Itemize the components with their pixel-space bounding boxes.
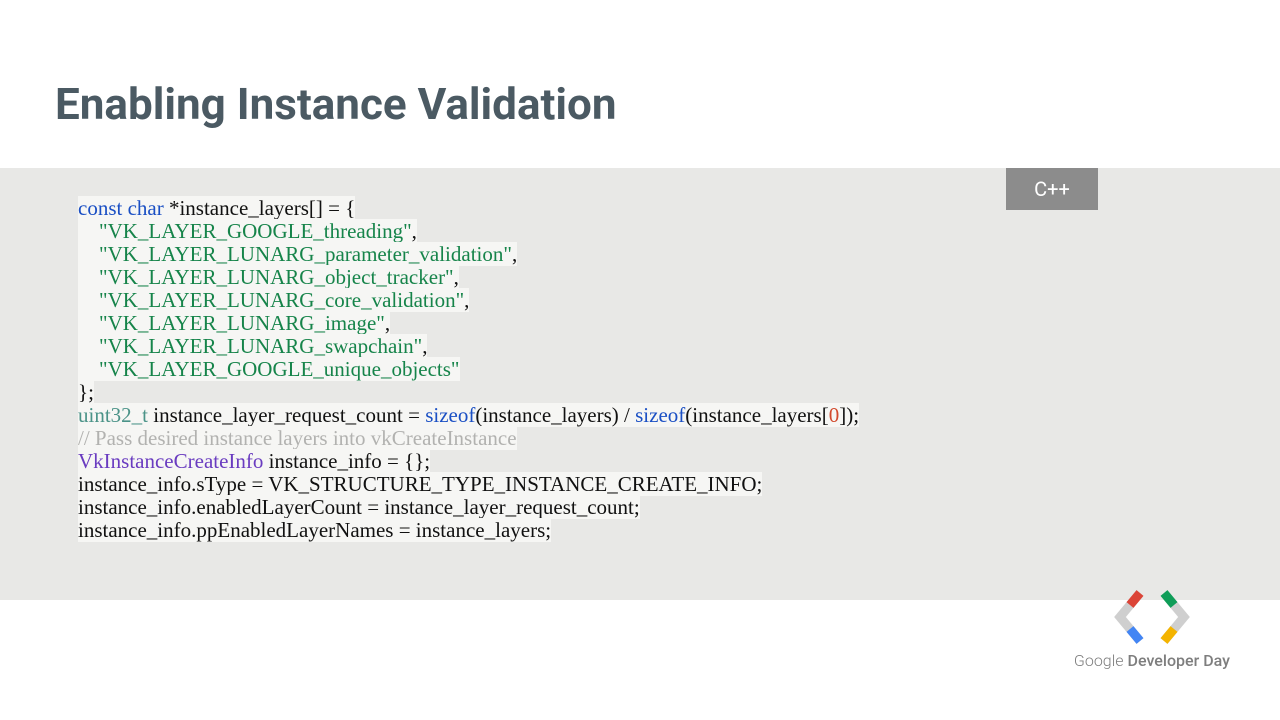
- footer-text: Google Developer Day: [1074, 651, 1230, 670]
- language-tab: C++: [1006, 168, 1098, 210]
- footer-logo: Google Developer Day: [1074, 589, 1230, 670]
- chevron-right-icon: [1157, 589, 1191, 645]
- developer-day-mark: [1109, 589, 1195, 645]
- code-block: C++ const char *instance_layers[] = { "V…: [0, 168, 1280, 600]
- code-content: const char *instance_layers[] = { "VK_LA…: [78, 174, 859, 542]
- slide-title: Enabling Instance Validation: [55, 78, 617, 130]
- chevron-left-icon: [1113, 589, 1147, 645]
